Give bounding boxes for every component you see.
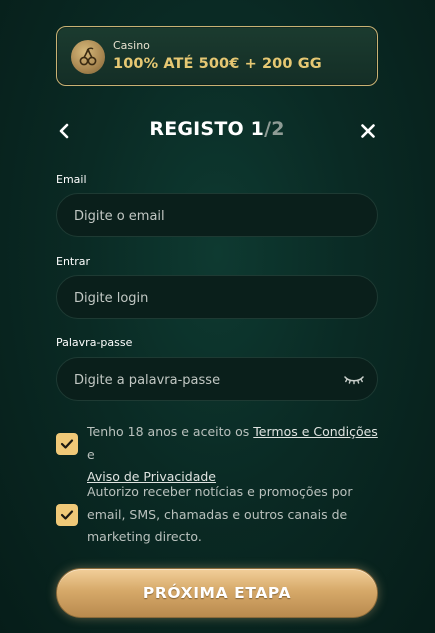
next-step-label: PRÓXIMA ETAPA: [142, 584, 292, 602]
email-label: Email: [56, 173, 87, 186]
title-step: REGISTO 1: [149, 118, 265, 140]
login-label: Entrar: [56, 255, 91, 268]
password-field-wrapper: [56, 357, 378, 402]
terms-checkbox[interactable]: [56, 433, 78, 455]
terms-text-between: e: [87, 446, 95, 462]
eye-closed-icon: [344, 376, 364, 385]
page-title: REGISTO 1/2: [56, 118, 378, 140]
password-field[interactable]: [72, 358, 336, 402]
terms-text-before: Tenho 18 anos e aceito os: [87, 424, 254, 439]
marketing-text: Autorizo receber notícias e promoções po…: [87, 484, 353, 544]
check-icon: [60, 439, 74, 449]
close-button[interactable]: [360, 123, 376, 139]
login-field[interactable]: [72, 276, 336, 320]
promo-caption: Casino: [113, 39, 150, 52]
marketing-checkbox[interactable]: [56, 504, 78, 526]
password-visibility-toggle[interactable]: [343, 371, 365, 387]
marketing-consent: Autorizo receber notícias e promoções po…: [56, 481, 378, 551]
promo-banner[interactable]: Casino 100% ATÉ 500€ + 200 GG: [56, 26, 378, 86]
title-step-total: /2: [264, 118, 285, 140]
registration-header: REGISTO 1/2: [56, 118, 378, 146]
check-icon: [60, 510, 74, 520]
email-field-wrapper: [56, 193, 378, 238]
promo-title: 100% ATÉ 500€ + 200 GG: [113, 56, 322, 72]
terms-text: Tenho 18 anos e aceito os Termos e Condi…: [87, 421, 378, 489]
terms-link[interactable]: Termos e Condições: [253, 424, 378, 439]
password-label: Palavra-passe: [56, 336, 133, 349]
registration-panel: Casino 100% ATÉ 500€ + 200 GG REGISTO 1/…: [56, 26, 378, 618]
login-field-wrapper: [56, 275, 378, 320]
cherry-icon: [71, 40, 105, 74]
close-icon: [361, 124, 375, 138]
next-step-button[interactable]: PRÓXIMA ETAPA: [56, 568, 378, 618]
email-field[interactable]: [72, 194, 336, 238]
terms-consent: Tenho 18 anos e aceito os Termos e Condi…: [56, 421, 378, 484]
